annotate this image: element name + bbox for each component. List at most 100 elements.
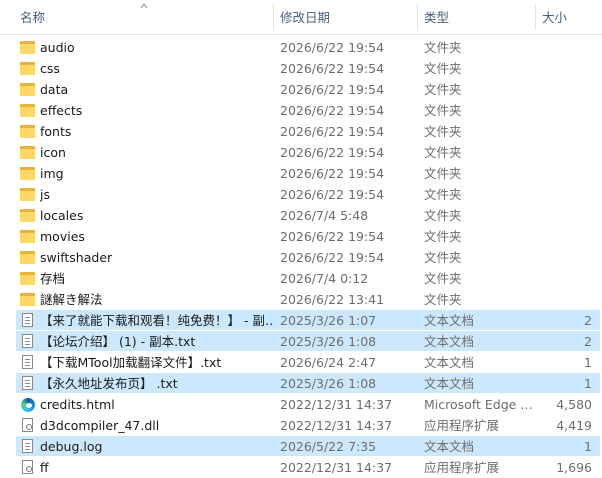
- file-row[interactable]: img 2026/6/22 19:54 文件夹: [0, 163, 602, 184]
- file-type: 应用程序扩展: [424, 418, 500, 433]
- folder-icon: [20, 166, 36, 181]
- file-date: 2026/6/22 19:54: [280, 166, 385, 181]
- file-name[interactable]: 【论坛介绍】 (1) - 副本.txt: [40, 331, 272, 352]
- file-row[interactable]: d3dcompiler_47.dll 2022/12/31 14:37 应用程序扩展…: [0, 415, 602, 436]
- file-size: 2: [584, 313, 592, 328]
- file-date: 2026/6/22 19:54: [280, 250, 385, 265]
- file-size: [540, 205, 592, 226]
- column-header-date[interactable]: 修改日期: [274, 0, 416, 34]
- file-row[interactable]: swiftshader 2026/6/22 19:54 文件夹: [0, 247, 602, 268]
- file-name[interactable]: effects: [40, 100, 272, 121]
- file-size: [540, 142, 592, 163]
- file-name[interactable]: credits.html: [40, 394, 272, 415]
- file-type: 文件夹: [424, 166, 462, 181]
- folder-icon: [20, 61, 36, 76]
- file-name[interactable]: swiftshader: [40, 247, 272, 268]
- file-date: 2026/6/22 19:54: [280, 145, 385, 160]
- file-date: 2022/12/31 14:37: [280, 397, 393, 412]
- file-type: 文件夹: [424, 103, 462, 118]
- folder-icon: [20, 250, 36, 265]
- file-row[interactable]: fonts 2026/6/22 19:54 文件夹: [0, 121, 602, 142]
- file-name[interactable]: locales: [40, 205, 272, 226]
- file-row[interactable]: 謎解き解法 2026/6/22 13:41 文件夹: [0, 289, 602, 310]
- file-row[interactable]: 【论坛介绍】 (1) - 副本.txt 2025/3/26 1:08 文本文档 2: [0, 331, 602, 352]
- dll-file-icon: [20, 418, 36, 433]
- file-type: 文件夹: [424, 40, 462, 55]
- file-name[interactable]: audio: [40, 37, 272, 58]
- file-size: 1: [584, 376, 592, 391]
- sort-ascending-icon: [140, 3, 148, 9]
- file-row[interactable]: debug.log 2026/5/22 7:35 文本文档 1: [0, 436, 602, 457]
- file-type: 文本文档: [424, 439, 475, 454]
- file-name[interactable]: img: [40, 163, 272, 184]
- file-date: 2026/6/22 19:54: [280, 40, 385, 55]
- folder-icon: [20, 208, 36, 223]
- file-type: 文件夹: [424, 250, 462, 265]
- file-date: 2022/12/31 14:37: [280, 418, 393, 433]
- file-type: 文件夹: [424, 271, 462, 286]
- file-row[interactable]: credits.html 2022/12/31 14:37 Microsoft Ed…: [0, 394, 602, 415]
- file-name[interactable]: fonts: [40, 121, 272, 142]
- file-date: 2026/6/22 19:54: [280, 187, 385, 202]
- file-size: 1: [584, 439, 592, 454]
- file-size: [540, 79, 592, 100]
- file-size: 4,419: [556, 418, 592, 433]
- file-date: 2025/3/26 1:08: [280, 334, 377, 349]
- file-type: 文件夹: [424, 145, 462, 160]
- file-date: 2026/6/22 19:54: [280, 61, 385, 76]
- file-size: [540, 37, 592, 58]
- file-name[interactable]: data: [40, 79, 272, 100]
- file-row[interactable]: audio 2026/6/22 19:54 文件夹: [0, 37, 602, 58]
- file-date: 2026/7/4 5:48: [280, 208, 369, 223]
- file-date: 2026/6/22 19:54: [280, 229, 385, 244]
- file-name[interactable]: js: [40, 184, 272, 205]
- file-size: 2: [584, 334, 592, 349]
- file-name[interactable]: 謎解き解法: [40, 289, 272, 310]
- file-row[interactable]: css 2026/6/22 19:54 文件夹: [0, 58, 602, 79]
- file-size: [540, 58, 592, 79]
- file-size: [540, 289, 592, 310]
- file-type: 文本文档: [424, 313, 475, 328]
- file-row[interactable]: locales 2026/7/4 5:48 文件夹: [0, 205, 602, 226]
- file-row[interactable]: movies 2026/6/22 19:54 文件夹: [0, 226, 602, 247]
- file-row[interactable]: effects 2026/6/22 19:54 文件夹: [0, 100, 602, 121]
- file-name[interactable]: d3dcompiler_47.dll: [40, 415, 272, 436]
- file-row[interactable]: icon 2026/6/22 19:54 文件夹: [0, 142, 602, 163]
- folder-icon: [20, 145, 36, 160]
- file-date: 2026/6/22 19:54: [280, 124, 385, 139]
- file-size: [540, 121, 592, 142]
- file-type: 文件夹: [424, 124, 462, 139]
- text-file-icon: [20, 334, 36, 349]
- file-size: [540, 100, 592, 121]
- file-name[interactable]: 【永久地址发布页】 .txt: [40, 373, 272, 394]
- vertical-scrollbar[interactable]: [598, 36, 602, 468]
- column-header-type[interactable]: 类型: [418, 0, 534, 34]
- file-row[interactable]: 【下载MTool加载翻译文件】.txt 2026/6/24 2:47 文本文档 1: [0, 352, 602, 373]
- file-date: 2026/7/4 0:12: [280, 271, 369, 286]
- file-name[interactable]: 【来了就能下载和观看！纯免费！】 - 副…: [40, 310, 272, 331]
- folder-icon: [20, 103, 36, 118]
- text-file-icon: [20, 355, 36, 370]
- folder-icon: [20, 292, 36, 307]
- text-file-icon: [20, 376, 36, 391]
- column-header-size[interactable]: 大小: [536, 0, 596, 34]
- file-name[interactable]: 【下载MTool加载翻译文件】.txt: [40, 352, 272, 373]
- file-row[interactable]: 【来了就能下载和观看！纯免费！】 - 副… 2025/3/26 1:07 文本文档 2: [0, 310, 602, 331]
- file-size: [540, 268, 592, 289]
- file-type: 文本文档: [424, 355, 475, 370]
- file-type: 文本文档: [424, 376, 475, 391]
- file-name[interactable]: css: [40, 58, 272, 79]
- folder-icon: [20, 124, 36, 139]
- file-row[interactable]: 存档 2026/7/4 0:12 文件夹: [0, 268, 602, 289]
- folder-icon: [20, 82, 36, 97]
- folder-icon: [20, 187, 36, 202]
- file-row[interactable]: data 2026/6/22 19:54 文件夹: [0, 79, 602, 100]
- file-row[interactable]: 【永久地址发布页】 .txt 2025/3/26 1:08 文本文档 1: [0, 373, 602, 394]
- file-type: 文件夹: [424, 229, 462, 244]
- file-name[interactable]: movies: [40, 226, 272, 247]
- file-type: 文本文档: [424, 334, 475, 349]
- file-name[interactable]: icon: [40, 142, 272, 163]
- file-row[interactable]: js 2026/6/22 19:54 文件夹: [0, 184, 602, 205]
- file-name[interactable]: 存档: [40, 268, 272, 289]
- file-name[interactable]: debug.log: [40, 436, 272, 457]
